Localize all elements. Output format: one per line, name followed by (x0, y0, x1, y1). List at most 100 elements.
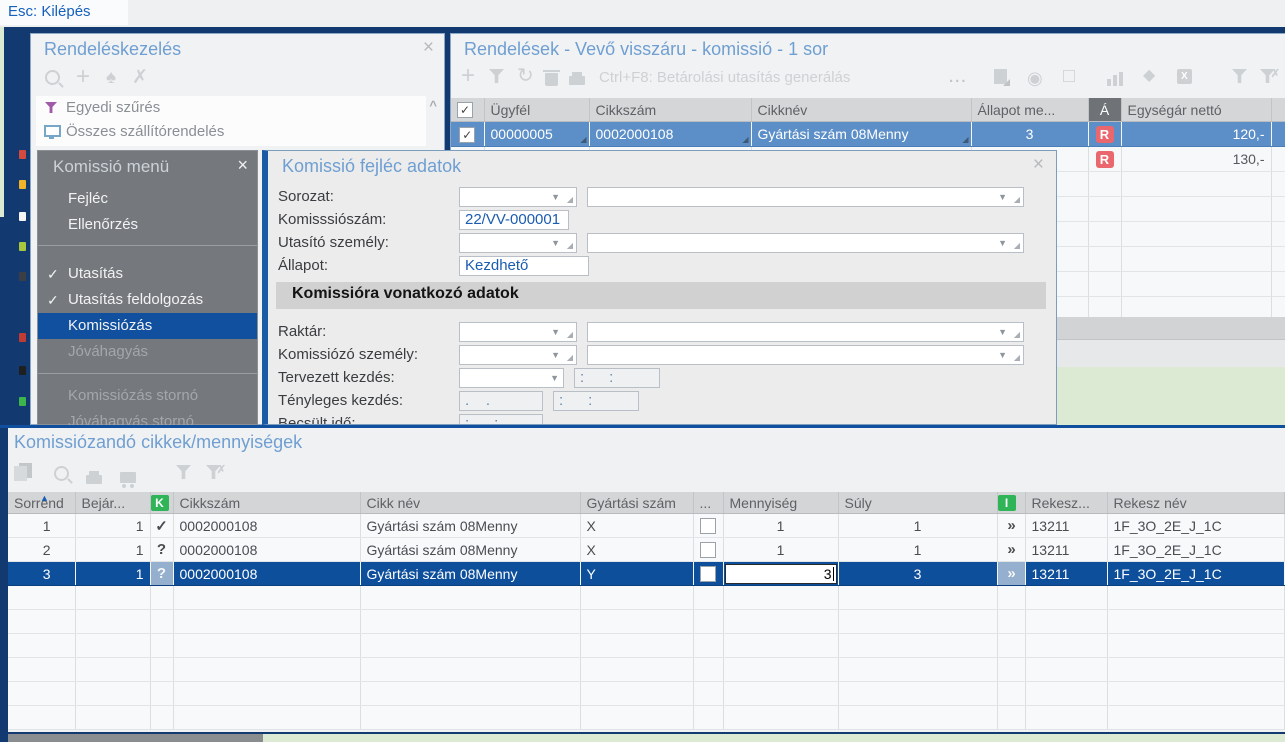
komissioszam-field[interactable]: 22/VV-000001 (459, 210, 569, 230)
column-header-cikknev[interactable]: Cikknév (751, 98, 971, 122)
raktar-code-combo[interactable]: 10 ▼ ◢ (459, 322, 577, 342)
documents-icon[interactable] (19, 463, 32, 478)
menu-item-komissiozas[interactable]: Komissiózás (38, 313, 257, 339)
menu-item-fejlec[interactable]: Fejléc (38, 186, 257, 212)
tervezett-time-field[interactable]: : : (574, 368, 660, 388)
chevron-down-icon[interactable]: ▼ (998, 239, 1007, 248)
utasito-name-combo[interactable]: Felül Kerekedik ▼ ◢ (587, 233, 1024, 253)
column-header-rekesznev[interactable]: Rekesz név (1107, 492, 1285, 514)
column-header-blank (1271, 98, 1285, 122)
scroll-up-icon[interactable]: ^ (429, 98, 437, 113)
refresh-icon[interactable]: ↻ (517, 66, 534, 86)
tenyleges-time-field[interactable]: : : (553, 391, 639, 411)
menu-item-jovahagyas[interactable]: Jóváhagyás (38, 339, 257, 365)
menu-item-utasitas-feldolgozas[interactable]: ✓ Utasítás feldolgozás (38, 287, 257, 313)
mennyiseg-edit-input[interactable]: 3 (725, 564, 837, 584)
menu-item-komissiozas-storno[interactable]: Komissiózás stornó (38, 383, 257, 409)
column-header-i[interactable]: I (997, 492, 1025, 514)
sorozat-code-combo[interactable]: VV ▼ ◢ (459, 187, 577, 207)
row-checkbox[interactable] (700, 518, 716, 534)
excel-export-icon[interactable]: X (1177, 69, 1192, 84)
menu-item-ellenorzes[interactable]: Ellenőrzés (38, 212, 257, 238)
cell-mennyiseg[interactable]: 1 (723, 538, 838, 562)
column-header-rekesz[interactable]: Rekesz... (1025, 492, 1107, 514)
detail-chevrons-icon[interactable]: » (997, 514, 1025, 538)
komissiozo-name-combo[interactable]: Felül Kerekedik ▼ ◢ (587, 345, 1024, 365)
column-header-cikkszam[interactable]: Cikkszám (589, 98, 751, 122)
filter-apply-icon[interactable] (1232, 69, 1247, 83)
column-header-bejar[interactable]: Bejár... (75, 492, 150, 514)
print-icon[interactable] (86, 475, 102, 484)
column-header-cikkszam[interactable]: Cikkszám (173, 492, 360, 514)
raktar-name-combo[interactable]: Központi raktár ▼ ◢ (587, 322, 1024, 342)
window-icon[interactable]: □ (1063, 66, 1075, 86)
filter-clear-icon[interactable]: ✗ (1260, 69, 1275, 88)
menu-item-utasitas[interactable]: ✓ Utasítás (38, 261, 257, 287)
add-icon[interactable]: + (461, 64, 475, 88)
select-all-header[interactable]: ✓ (451, 98, 484, 122)
cart-icon[interactable] (120, 472, 136, 483)
becsult-time-field[interactable]: : : (459, 414, 543, 425)
chevron-down-icon[interactable]: ▼ (551, 193, 560, 202)
eye-icon[interactable]: ◉ (1027, 69, 1043, 87)
detail-chevrons-icon[interactable]: » (997, 562, 1025, 586)
chevron-down-icon[interactable]: ▼ (551, 328, 560, 337)
search-icon[interactable] (54, 466, 69, 481)
tenyleges-date-field[interactable]: . . (459, 391, 543, 411)
pin-icon[interactable]: ◆ (1143, 68, 1155, 84)
report-icon[interactable] (994, 69, 1007, 84)
column-header-ugyfel[interactable]: Ügyfél (484, 98, 589, 122)
filter-icon[interactable] (176, 465, 191, 479)
detail-chevrons-icon[interactable]: » (997, 538, 1025, 562)
komissiozo-code-combo[interactable]: 00000007 ▼ ◢ (459, 345, 577, 365)
sorozat-name-combo[interactable]: Vevő visszáru ▼ ◢ (587, 187, 1024, 207)
tervezett-date-field[interactable]: 21.06.03 ▼ (459, 368, 564, 388)
allapot-field[interactable]: Kezdhető (459, 256, 589, 276)
column-header-dots[interactable]: ... (693, 492, 723, 514)
add-icon[interactable]: + (76, 65, 90, 89)
column-header-cikknev[interactable]: Cikk név (360, 492, 580, 514)
column-header-egysegar[interactable]: Egységár nettó (1121, 98, 1271, 122)
list-item-egyedi-szures[interactable]: Egyedi szűrés (36, 96, 426, 120)
picking-row[interactable]: 2 1 ? 0002000108 Gyártási szám 08Menny X… (8, 538, 1285, 562)
search-icon[interactable] (45, 70, 60, 85)
delete-icon[interactable] (545, 73, 558, 86)
chevron-down-icon[interactable]: ▼ (550, 374, 559, 383)
row-checkbox-checked[interactable]: ✓ (459, 127, 475, 143)
list-item-osszes-szallitorendeles[interactable]: Összes szállítórendelés (36, 120, 426, 144)
empty-cell (1271, 247, 1285, 272)
filter-icon[interactable] (489, 69, 504, 83)
utasito-code-combo[interactable]: 00000007 ▼ ◢ (459, 233, 577, 253)
column-header-k[interactable]: K (150, 492, 173, 514)
exit-label[interactable]: Esc: Kilépés (8, 3, 91, 20)
cell-mennyiseg[interactable]: 1 (723, 514, 838, 538)
chevron-down-icon[interactable]: ▼ (551, 351, 560, 360)
chevron-down-icon[interactable]: ▼ (998, 351, 1007, 360)
shortcut-hint: Ctrl+F8: Betárolási utasítás generálás (599, 69, 850, 86)
column-header-suly[interactable]: Súly (838, 492, 997, 514)
close-icon[interactable]: × (237, 155, 248, 176)
column-header-allapot[interactable]: Állapot me... (971, 98, 1088, 122)
tools-off-icon[interactable]: ✗ (132, 68, 148, 87)
checkbox-checked-icon[interactable]: ✓ (457, 102, 473, 118)
chevron-down-icon[interactable]: ▼ (998, 193, 1007, 202)
column-header-mennyiseg[interactable]: Mennyiség (723, 492, 838, 514)
column-header-gyartasi[interactable]: Gyártási szám (580, 492, 693, 514)
row-checkbox[interactable] (700, 542, 716, 558)
close-icon[interactable]: × (1033, 155, 1044, 174)
print-icon[interactable] (569, 76, 585, 85)
chevron-down-icon[interactable]: ▼ (551, 239, 560, 248)
cell-grip-icon: ◢ (742, 136, 748, 144)
chevron-down-icon[interactable]: ▼ (998, 328, 1007, 337)
column-header-a-flag[interactable]: Á (1088, 98, 1121, 122)
chart-icon[interactable] (1107, 68, 1125, 86)
more-button[interactable]: ... (949, 69, 968, 86)
picking-row-selected[interactable]: 3 1 ? 0002000108 Gyártási szám 08Menny Y… (8, 562, 1285, 586)
tree-icon[interactable]: ♠ (106, 68, 116, 87)
filter-clear-icon[interactable]: ✗ (206, 465, 221, 484)
close-icon[interactable]: × (423, 38, 434, 57)
column-header-sorrend[interactable]: Sorrend▲ (8, 492, 75, 514)
row-checkbox[interactable] (700, 566, 716, 582)
picking-row[interactable]: 1 1 ✓ 0002000108 Gyártási szám 08Menny X… (8, 514, 1285, 538)
order-row[interactable]: ✓ 00000005◢ 0002000108◢ Gyártási szám 08… (451, 122, 1285, 147)
